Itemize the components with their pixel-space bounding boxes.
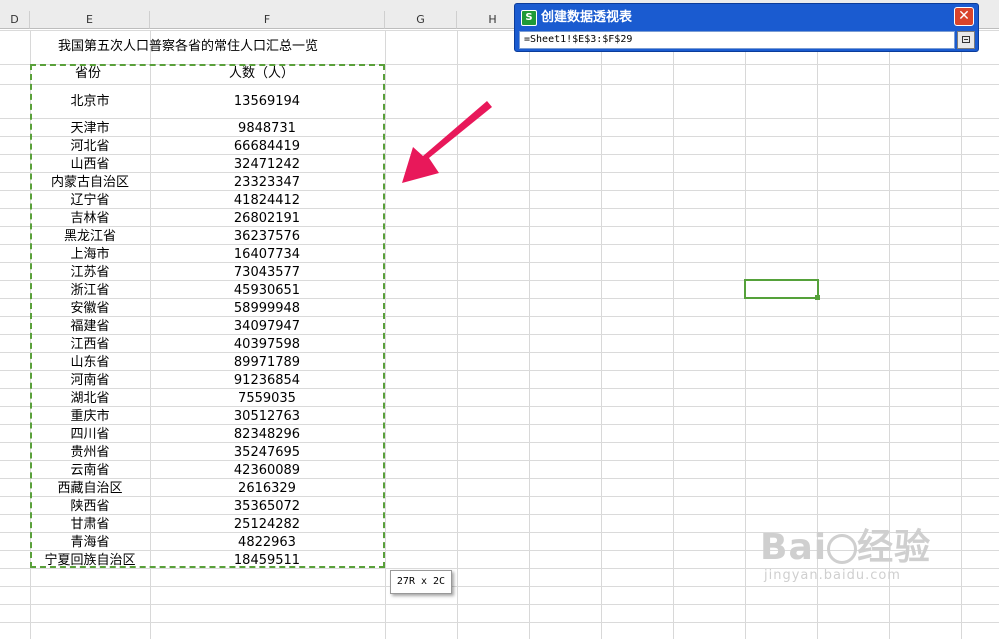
baidu-watermark: Bai 经验 jingyan.baidu.com bbox=[760, 527, 932, 584]
app-logo-icon: S bbox=[521, 10, 537, 26]
range-input[interactable]: =Sheet1!$E$3:$F$29 bbox=[519, 31, 955, 49]
paw-icon bbox=[827, 534, 858, 564]
watermark-brand: Bai bbox=[760, 527, 828, 568]
column-header-g[interactable]: G bbox=[385, 11, 457, 29]
active-cell-selection[interactable] bbox=[744, 279, 820, 300]
watermark-brand-suffix: 经验 bbox=[857, 527, 932, 568]
table-title[interactable]: 我国第五次人口普察各省的常住人口汇总一览 bbox=[58, 39, 318, 55]
fill-handle[interactable] bbox=[815, 295, 820, 300]
watermark-url: jingyan.baidu.com bbox=[764, 568, 901, 583]
column-header-d[interactable]: D bbox=[0, 11, 30, 29]
grid-line bbox=[0, 622, 999, 623]
close-button[interactable]: ✕ bbox=[954, 7, 974, 26]
selection-size-tooltip: 27R x 2C bbox=[390, 570, 452, 594]
column-header-f[interactable]: F bbox=[150, 11, 385, 29]
dialog-title: 创建数据透视表 bbox=[541, 10, 633, 25]
pointer-arrow-icon bbox=[402, 101, 492, 183]
grid-line bbox=[0, 586, 999, 587]
copy-range-marquee bbox=[30, 64, 385, 568]
expand-dialog-button[interactable] bbox=[957, 31, 975, 49]
column-header-e[interactable]: E bbox=[30, 11, 150, 29]
create-pivot-table-dialog: S 创建数据透视表 ✕ =Sheet1!$E$3:$F$29 bbox=[514, 3, 979, 52]
expand-icon bbox=[962, 36, 970, 43]
grid-line bbox=[0, 604, 999, 605]
